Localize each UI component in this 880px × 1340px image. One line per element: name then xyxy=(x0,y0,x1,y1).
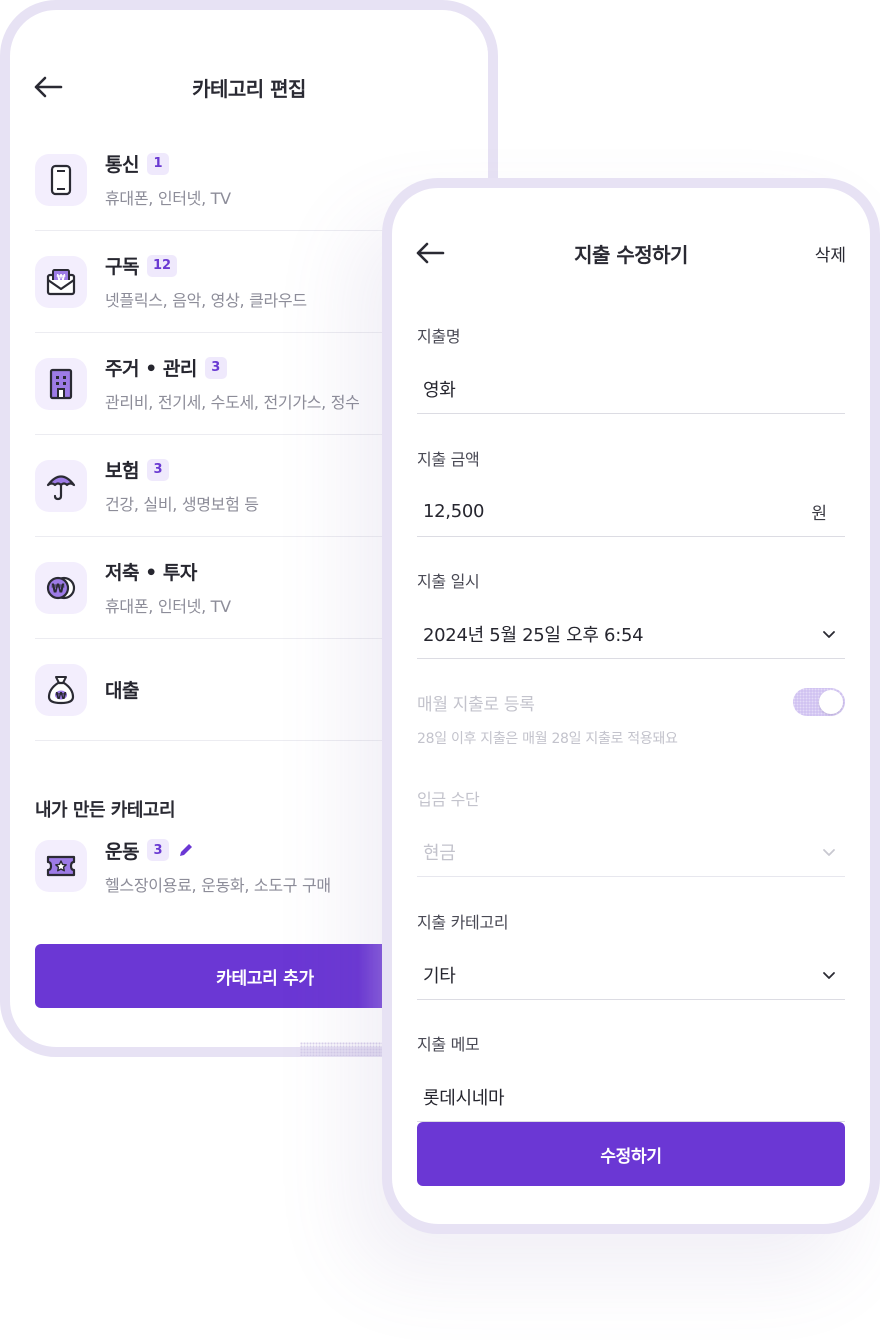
svg-text:₩: ₩ xyxy=(51,581,65,595)
category-desc: 헬스장이용료, 운동화, 소도구 구매 xyxy=(105,875,331,895)
category-count-badge: 12 xyxy=(146,254,178,277)
umbrella-icon xyxy=(35,459,87,512)
field-value: 현금 xyxy=(423,842,456,864)
category-select[interactable]: 기타 xyxy=(417,950,845,1000)
pencil-icon[interactable] xyxy=(177,841,195,859)
field-label: 지출 카테고리 xyxy=(417,913,509,932)
toggle-help-text: 28일 이후 지출은 매월 28일 지출로 적용돼요 xyxy=(417,731,678,747)
back-button[interactable] xyxy=(412,235,448,271)
page-title: 지출 수정하기 xyxy=(574,242,688,267)
category-desc: 관리비, 전기세, 수도세, 전기가스, 정수 xyxy=(105,393,360,412)
field-label: 지출명 xyxy=(417,327,461,346)
category-desc: 휴대폰, 인터넷, TV xyxy=(105,189,231,208)
field-payment: 입금 수단 현금 xyxy=(417,786,845,877)
field-value: 기타 xyxy=(423,965,456,987)
field-label: 입금 수단 xyxy=(417,790,480,809)
coins-won-icon: ₩ xyxy=(35,561,87,614)
field-monthly: 매월 지출로 등록 28일 이후 지출은 매월 28일 지출로 적용돼요 xyxy=(417,688,845,748)
category-name: 구독 xyxy=(105,256,139,278)
datetime-select[interactable]: 2024년 5월 25일 오후 6:54 xyxy=(417,609,845,659)
money-bag-icon: ₩ xyxy=(35,663,87,716)
building-icon xyxy=(35,357,87,410)
category-name: 운동 xyxy=(105,840,139,863)
field-name: 지출명 영화 xyxy=(417,323,845,414)
field-value: 2024년 5월 25일 오후 6:54 xyxy=(423,624,644,646)
category-desc: 휴대폰, 인터넷, TV xyxy=(105,597,231,616)
category-count-badge: 3 xyxy=(146,839,169,861)
category-name: 보험 xyxy=(105,460,139,482)
back-button[interactable] xyxy=(30,69,66,105)
svg-text:₩: ₩ xyxy=(55,691,66,702)
currency-unit: 원 xyxy=(811,504,827,524)
toggle-label: 매월 지출로 등록 xyxy=(417,694,535,715)
field-label: 지출 일시 xyxy=(417,572,480,591)
field-category: 지출 카테고리 기타 xyxy=(417,909,845,1000)
toggle-knob xyxy=(819,690,843,714)
arrow-left-icon xyxy=(34,76,63,98)
page-title: 카테고리 편집 xyxy=(192,76,306,101)
field-label: 지출 메모 xyxy=(417,1035,480,1054)
field-amount: 지출 금액 12,500 원 xyxy=(417,446,845,537)
category-count-badge: 3 xyxy=(204,356,227,379)
phone-icon xyxy=(35,153,87,206)
svg-text:₩: ₩ xyxy=(57,273,66,282)
arrow-left-icon xyxy=(416,242,445,264)
ticket-icon xyxy=(35,840,87,892)
field-label: 지출 금액 xyxy=(417,450,480,469)
field-value: 12,500 xyxy=(423,501,485,522)
chevron-down-icon xyxy=(819,842,839,862)
envelope-won-icon: ₩ xyxy=(35,255,87,308)
payment-select[interactable]: 현금 xyxy=(417,827,845,877)
field-memo: 지출 메모 롯데시네마 xyxy=(417,1031,845,1122)
my-categories-title: 내가 만든 카테고리 xyxy=(35,800,176,821)
delete-button[interactable]: 삭제 xyxy=(815,241,846,266)
category-desc: 넷플릭스, 음악, 영상, 클라우드 xyxy=(105,291,307,310)
amount-input[interactable]: 12,500 원 xyxy=(417,487,845,537)
category-count-badge: 3 xyxy=(146,458,169,481)
memo-input[interactable]: 롯데시네마 xyxy=(417,1072,845,1122)
category-name: 저축 • 투자 xyxy=(105,562,197,584)
category-desc: 건강, 실비, 생명보험 등 xyxy=(105,495,259,514)
name-input[interactable]: 영화 xyxy=(417,364,845,414)
chevron-down-icon xyxy=(819,965,839,985)
right-header: 지출 수정하기 삭제 xyxy=(392,233,870,273)
chevron-down-icon xyxy=(819,624,839,644)
field-value: 영화 xyxy=(423,379,456,401)
monthly-toggle[interactable] xyxy=(793,688,845,716)
decorative-dots xyxy=(300,1042,390,1056)
category-name: 통신 xyxy=(105,154,139,176)
expense-edit-screen: 지출 수정하기 삭제 지출명 영화 지출 금액 12,500 원 지출 일시 2… xyxy=(382,178,880,1234)
field-value: 롯데시네마 xyxy=(423,1087,505,1109)
category-count-badge: 1 xyxy=(146,152,169,175)
submit-button[interactable]: 수정하기 xyxy=(417,1122,845,1186)
category-name: 주거 • 관리 xyxy=(105,358,197,380)
category-name: 대출 xyxy=(105,680,139,702)
left-header: 카테고리 편집 xyxy=(10,67,488,107)
field-datetime: 지출 일시 2024년 5월 25일 오후 6:54 xyxy=(417,568,845,659)
